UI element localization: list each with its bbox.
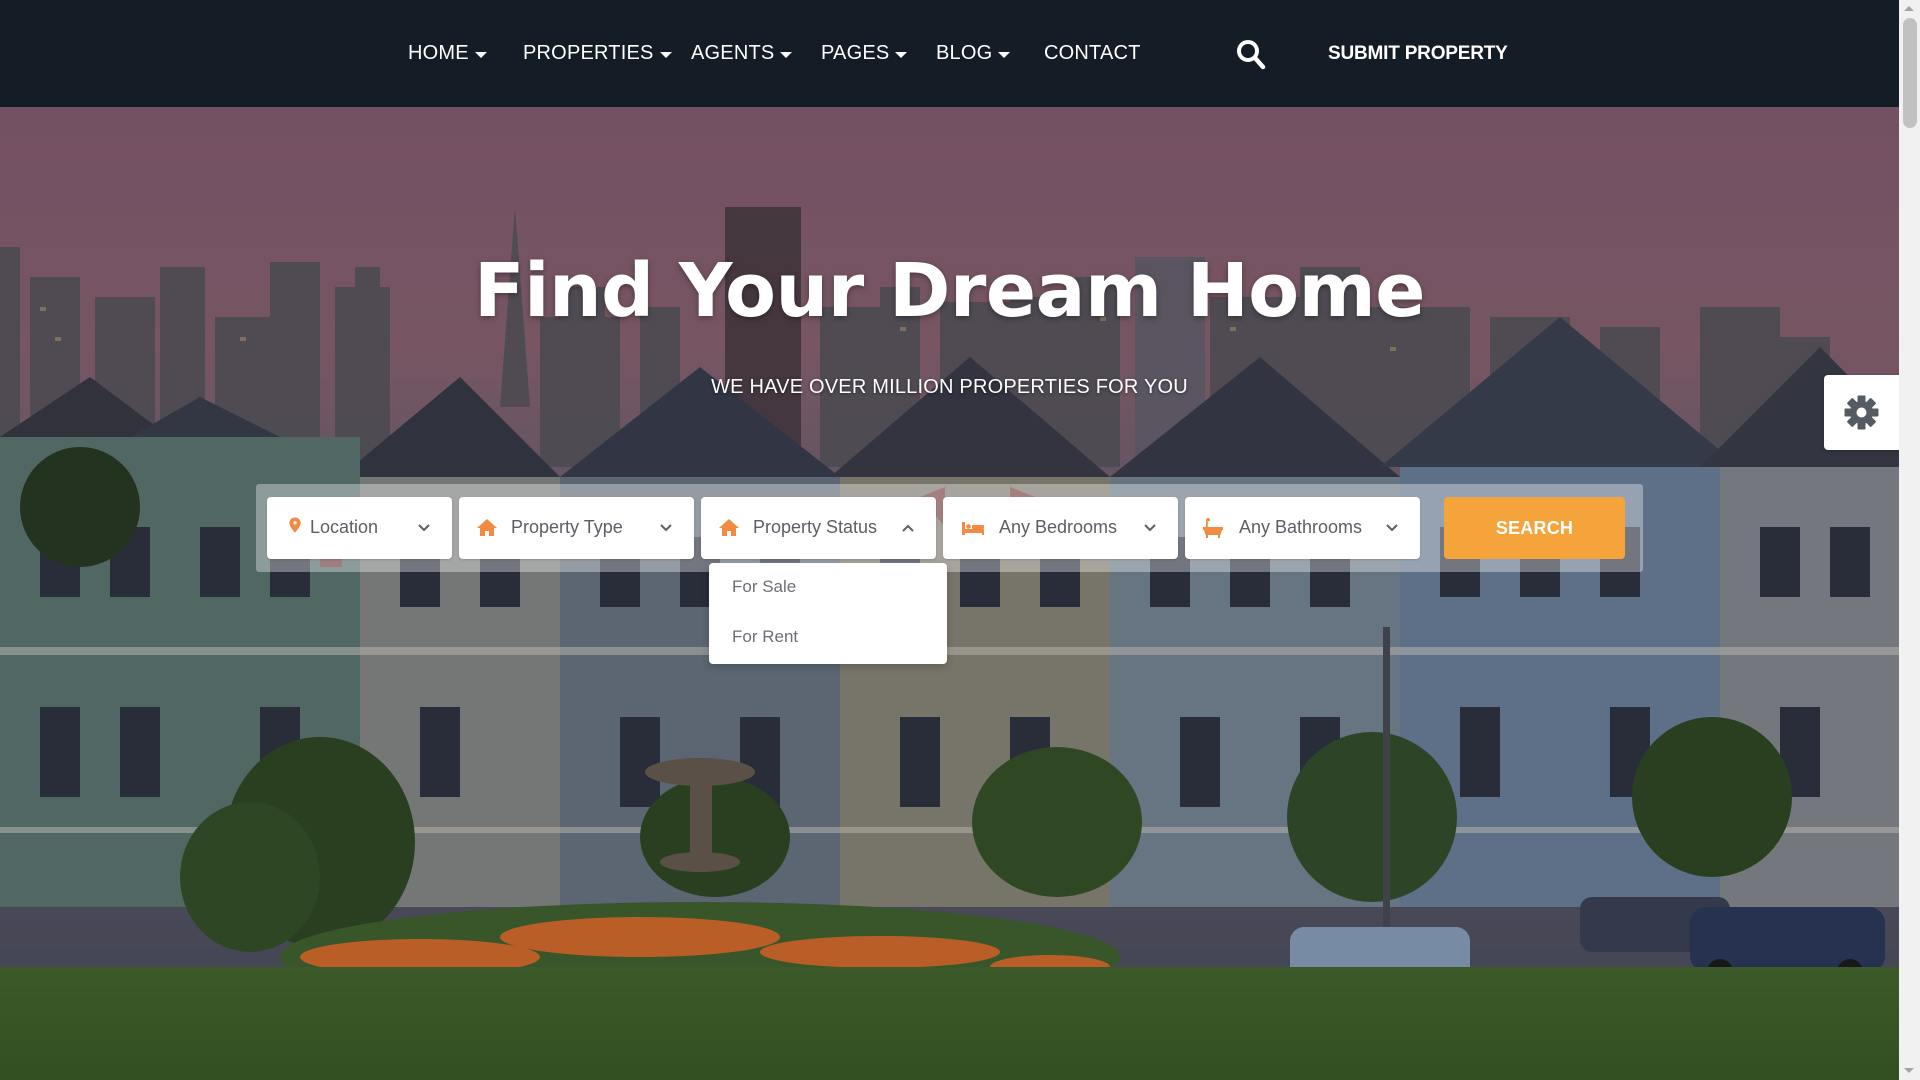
caret-down-icon xyxy=(895,51,908,58)
nav-item-contact[interactable]: CONTACT xyxy=(1044,0,1141,107)
home-icon xyxy=(477,519,497,536)
chevron-down-icon xyxy=(418,524,430,532)
property-type-select[interactable]: Property Type xyxy=(459,497,694,559)
search-button[interactable]: SEARCH xyxy=(1444,497,1625,559)
bed-icon xyxy=(962,522,984,535)
chevron-down-icon xyxy=(660,524,672,532)
submit-property-link[interactable]: SUBMIT PROPERTY xyxy=(1328,0,1508,107)
bedrooms-label: Any Bedrooms xyxy=(999,517,1118,537)
nav-item-pages[interactable]: PAGES xyxy=(821,0,908,107)
location-select[interactable]: Location xyxy=(267,497,452,559)
chevron-down-icon xyxy=(1144,524,1156,532)
search-icon[interactable] xyxy=(1236,38,1266,70)
status-option-for-sale[interactable]: For Sale xyxy=(732,577,796,597)
settings-toggle[interactable] xyxy=(1824,375,1899,450)
nav-item-label: CONTACT xyxy=(1044,42,1141,64)
nav-item-properties[interactable]: PROPERTIES xyxy=(523,0,672,107)
home-icon xyxy=(719,519,739,536)
caret-down-icon xyxy=(659,51,672,58)
nav-item-agents[interactable]: AGENTS xyxy=(691,0,793,107)
bathrooms-select[interactable]: Any Bathrooms xyxy=(1185,497,1420,559)
hero-title: Find Your Dream Home xyxy=(474,248,1425,334)
gear-icon xyxy=(1844,395,1879,430)
caret-down-icon xyxy=(474,51,487,58)
property-status-dropdown: For Sale For Rent xyxy=(709,563,947,664)
nav-item-blog[interactable]: BLOG xyxy=(936,0,1011,107)
caret-down-icon xyxy=(780,51,793,58)
nav-item-label: HOME xyxy=(408,42,469,64)
page-scrollbar[interactable] xyxy=(1899,0,1920,1080)
property-type-label: Property Type xyxy=(511,517,623,537)
location-label: Location xyxy=(310,517,379,537)
map-marker-icon xyxy=(289,517,301,533)
nav-item-label: BLOG xyxy=(936,42,993,64)
scroll-down-arrow-icon[interactable] xyxy=(1904,1068,1914,1073)
chevron-up-icon xyxy=(902,524,914,532)
hero-subtitle: WE HAVE OVER MILLION PROPERTIES FOR YOU xyxy=(711,376,1188,398)
nav-item-home[interactable]: HOME xyxy=(408,0,487,107)
bedrooms-select[interactable]: Any Bedrooms xyxy=(943,497,1178,559)
property-status-select[interactable]: Property Status xyxy=(701,497,936,559)
status-option-for-rent[interactable]: For Rent xyxy=(732,627,798,647)
bathrooms-label: Any Bathrooms xyxy=(1239,517,1363,537)
scroll-up-arrow-icon[interactable] xyxy=(1904,6,1914,11)
nav-item-label: PAGES xyxy=(821,42,890,64)
nav-item-label: AGENTS xyxy=(691,42,775,64)
property-status-label: Property Status xyxy=(753,517,878,537)
scrollbar-thumb[interactable] xyxy=(1903,18,1917,128)
bath-icon xyxy=(1203,518,1223,538)
top-navbar: HOME PROPERTIES AGENTS PAGES BLOG CONTAC… xyxy=(0,0,1899,107)
chevron-down-icon xyxy=(1386,524,1398,532)
caret-down-icon xyxy=(998,51,1011,58)
nav-item-label: PROPERTIES xyxy=(523,42,654,64)
